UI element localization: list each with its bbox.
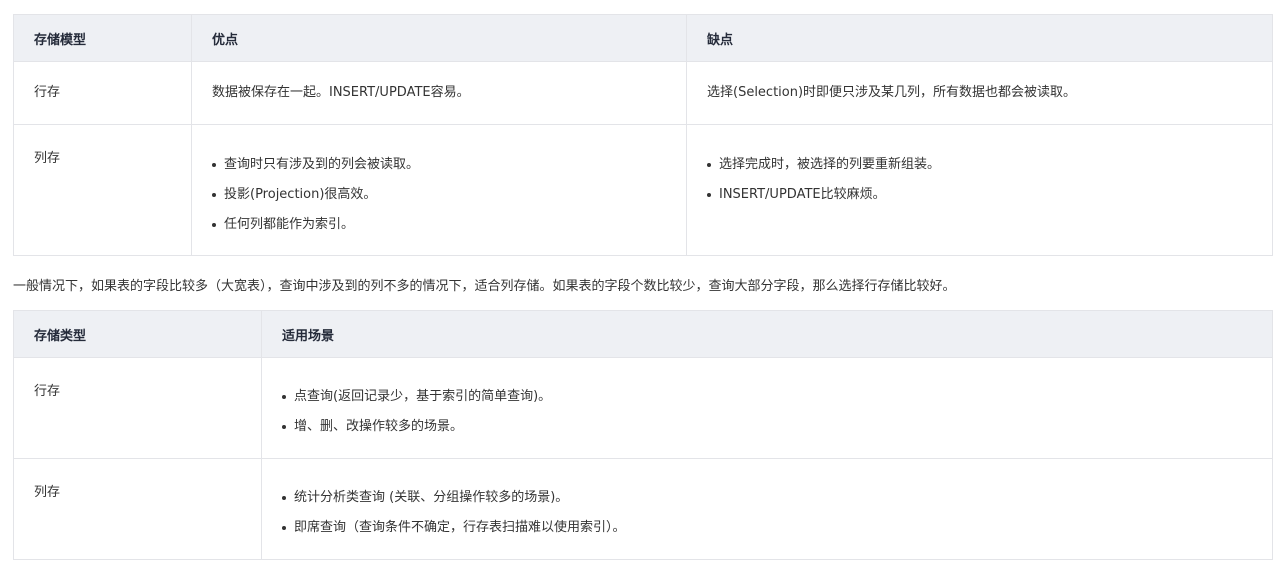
row-store-scenarios: 点查询(返回记录少，基于索引的简单查询)。 增、删、改操作较多的场景。 xyxy=(261,357,1273,459)
list-item: 即席查询（查询条件不确定，行存表扫描难以使用索引）。 xyxy=(282,519,1272,537)
cons-list: 选择完成时，被选择的列要重新组装。 INSERT/UPDATE比较麻烦。 xyxy=(707,156,1272,204)
column-store-label: 列存 xyxy=(13,458,262,560)
header-storage-type: 存储类型 xyxy=(13,310,262,358)
row-store-label: 行存 xyxy=(13,357,262,459)
list-item: INSERT/UPDATE比较麻烦。 xyxy=(707,186,1272,204)
storage-type-table: 存储类型 适用场景 行存 点查询(返回记录少，基于索引的简单查询)。 增、删、改… xyxy=(13,310,1273,560)
column-store-scenarios: 统计分析类查询 (关联、分组操作较多的场景)。 即席查询（查询条件不确定，行存表… xyxy=(261,458,1273,560)
scenario-list: 点查询(返回记录少，基于索引的简单查询)。 增、删、改操作较多的场景。 xyxy=(282,388,1272,436)
table-row: 行存 数据被保存在一起。INSERT/UPDATE容易。 选择(Selectio… xyxy=(13,61,1273,125)
list-item: 统计分析类查询 (关联、分组操作较多的场景)。 xyxy=(282,489,1272,507)
table-row: 列存 查询时只有涉及到的列会被读取。 投影(Projection)很高效。 任何… xyxy=(13,124,1273,256)
list-item: 增、删、改操作较多的场景。 xyxy=(282,418,1272,436)
table-row: 行存 点查询(返回记录少，基于索引的简单查询)。 增、删、改操作较多的场景。 xyxy=(13,357,1273,459)
storage-model-table: 存储模型 优点 缺点 行存 数据被保存在一起。INSERT/UPDATE容易。 … xyxy=(13,14,1273,256)
column-store-pros: 查询时只有涉及到的列会被读取。 投影(Projection)很高效。 任何列都能… xyxy=(191,124,687,256)
row-store-cons: 选择(Selection)时即便只涉及某几列，所有数据也都会被读取。 xyxy=(686,61,1273,125)
list-item: 任何列都能作为索引。 xyxy=(212,216,686,234)
scenario-list: 统计分析类查询 (关联、分组操作较多的场景)。 即席查询（查询条件不确定，行存表… xyxy=(282,489,1272,537)
header-pros: 优点 xyxy=(191,14,687,62)
list-item: 投影(Projection)很高效。 xyxy=(212,186,686,204)
header-cons: 缺点 xyxy=(686,14,1273,62)
summary-paragraph: 一般情况下，如果表的字段比较多（大宽表），查询中涉及到的列不多的情况下，适合列存… xyxy=(13,279,956,294)
column-store-cons: 选择完成时，被选择的列要重新组装。 INSERT/UPDATE比较麻烦。 xyxy=(686,124,1273,256)
table-header-row: 存储模型 优点 缺点 xyxy=(13,14,1273,62)
list-item: 选择完成时，被选择的列要重新组装。 xyxy=(707,156,1272,174)
list-item: 点查询(返回记录少，基于索引的简单查询)。 xyxy=(282,388,1272,406)
table-row: 列存 统计分析类查询 (关联、分组操作较多的场景)。 即席查询（查询条件不确定，… xyxy=(13,458,1273,560)
pros-list: 查询时只有涉及到的列会被读取。 投影(Projection)很高效。 任何列都能… xyxy=(212,156,686,234)
column-store-label: 列存 xyxy=(13,124,192,256)
row-store-pros: 数据被保存在一起。INSERT/UPDATE容易。 xyxy=(191,61,687,125)
list-item: 查询时只有涉及到的列会被读取。 xyxy=(212,156,686,174)
header-scenarios: 适用场景 xyxy=(261,310,1273,358)
row-store-label: 行存 xyxy=(13,61,192,125)
table-header-row: 存储类型 适用场景 xyxy=(13,310,1273,358)
header-storage-model: 存储模型 xyxy=(13,14,192,62)
